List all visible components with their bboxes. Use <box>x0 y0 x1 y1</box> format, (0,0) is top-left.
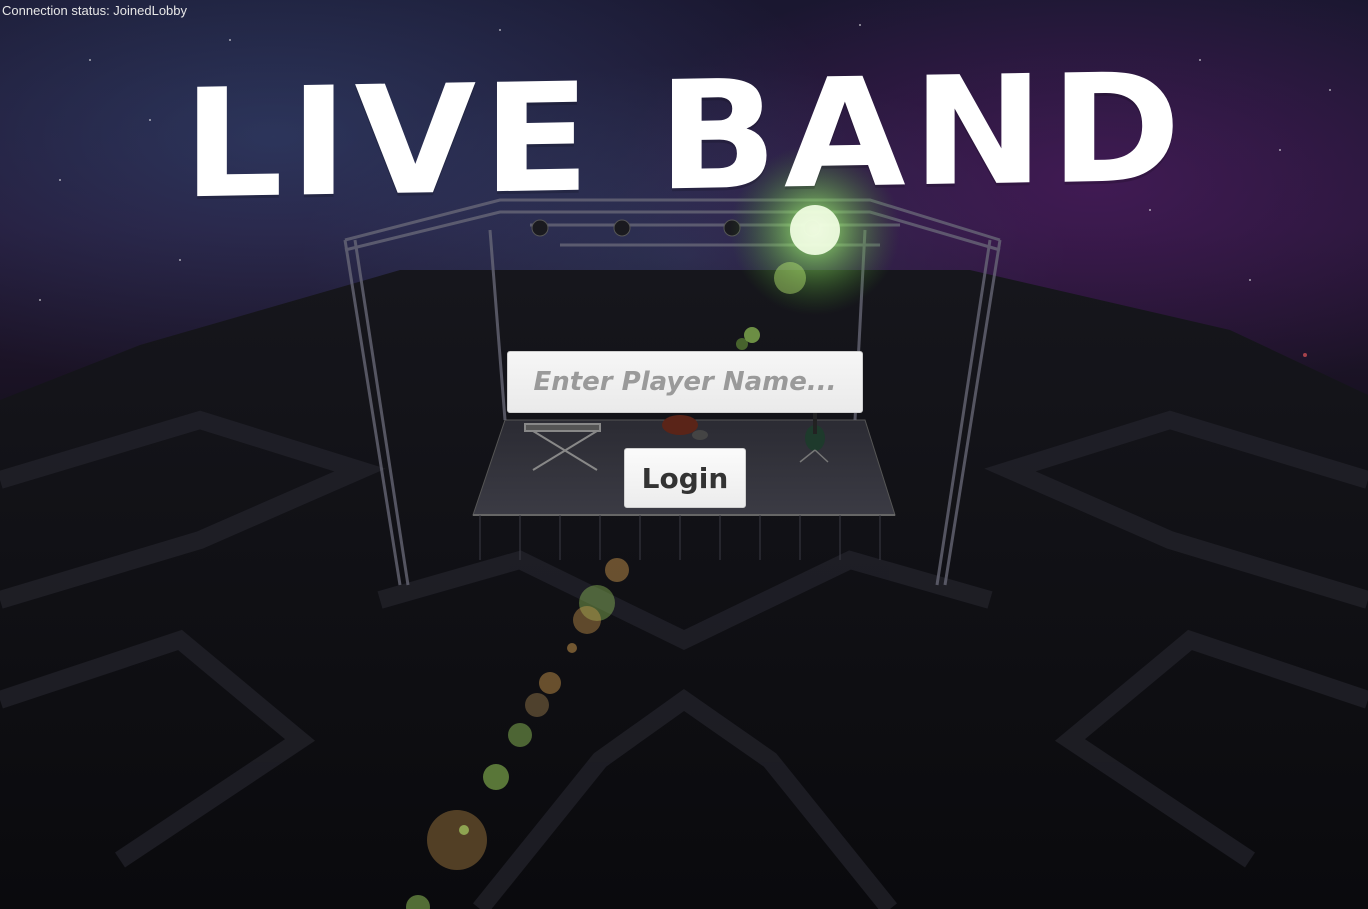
game-title: LIVE BAND <box>182 41 1188 233</box>
login-button[interactable]: Login <box>624 448 746 508</box>
connection-status: Connection status: JoinedLobby <box>2 3 188 18</box>
player-name-input[interactable] <box>507 351 863 413</box>
game-scene: Connection status: JoinedLobby LIVE BAND… <box>0 0 1368 909</box>
